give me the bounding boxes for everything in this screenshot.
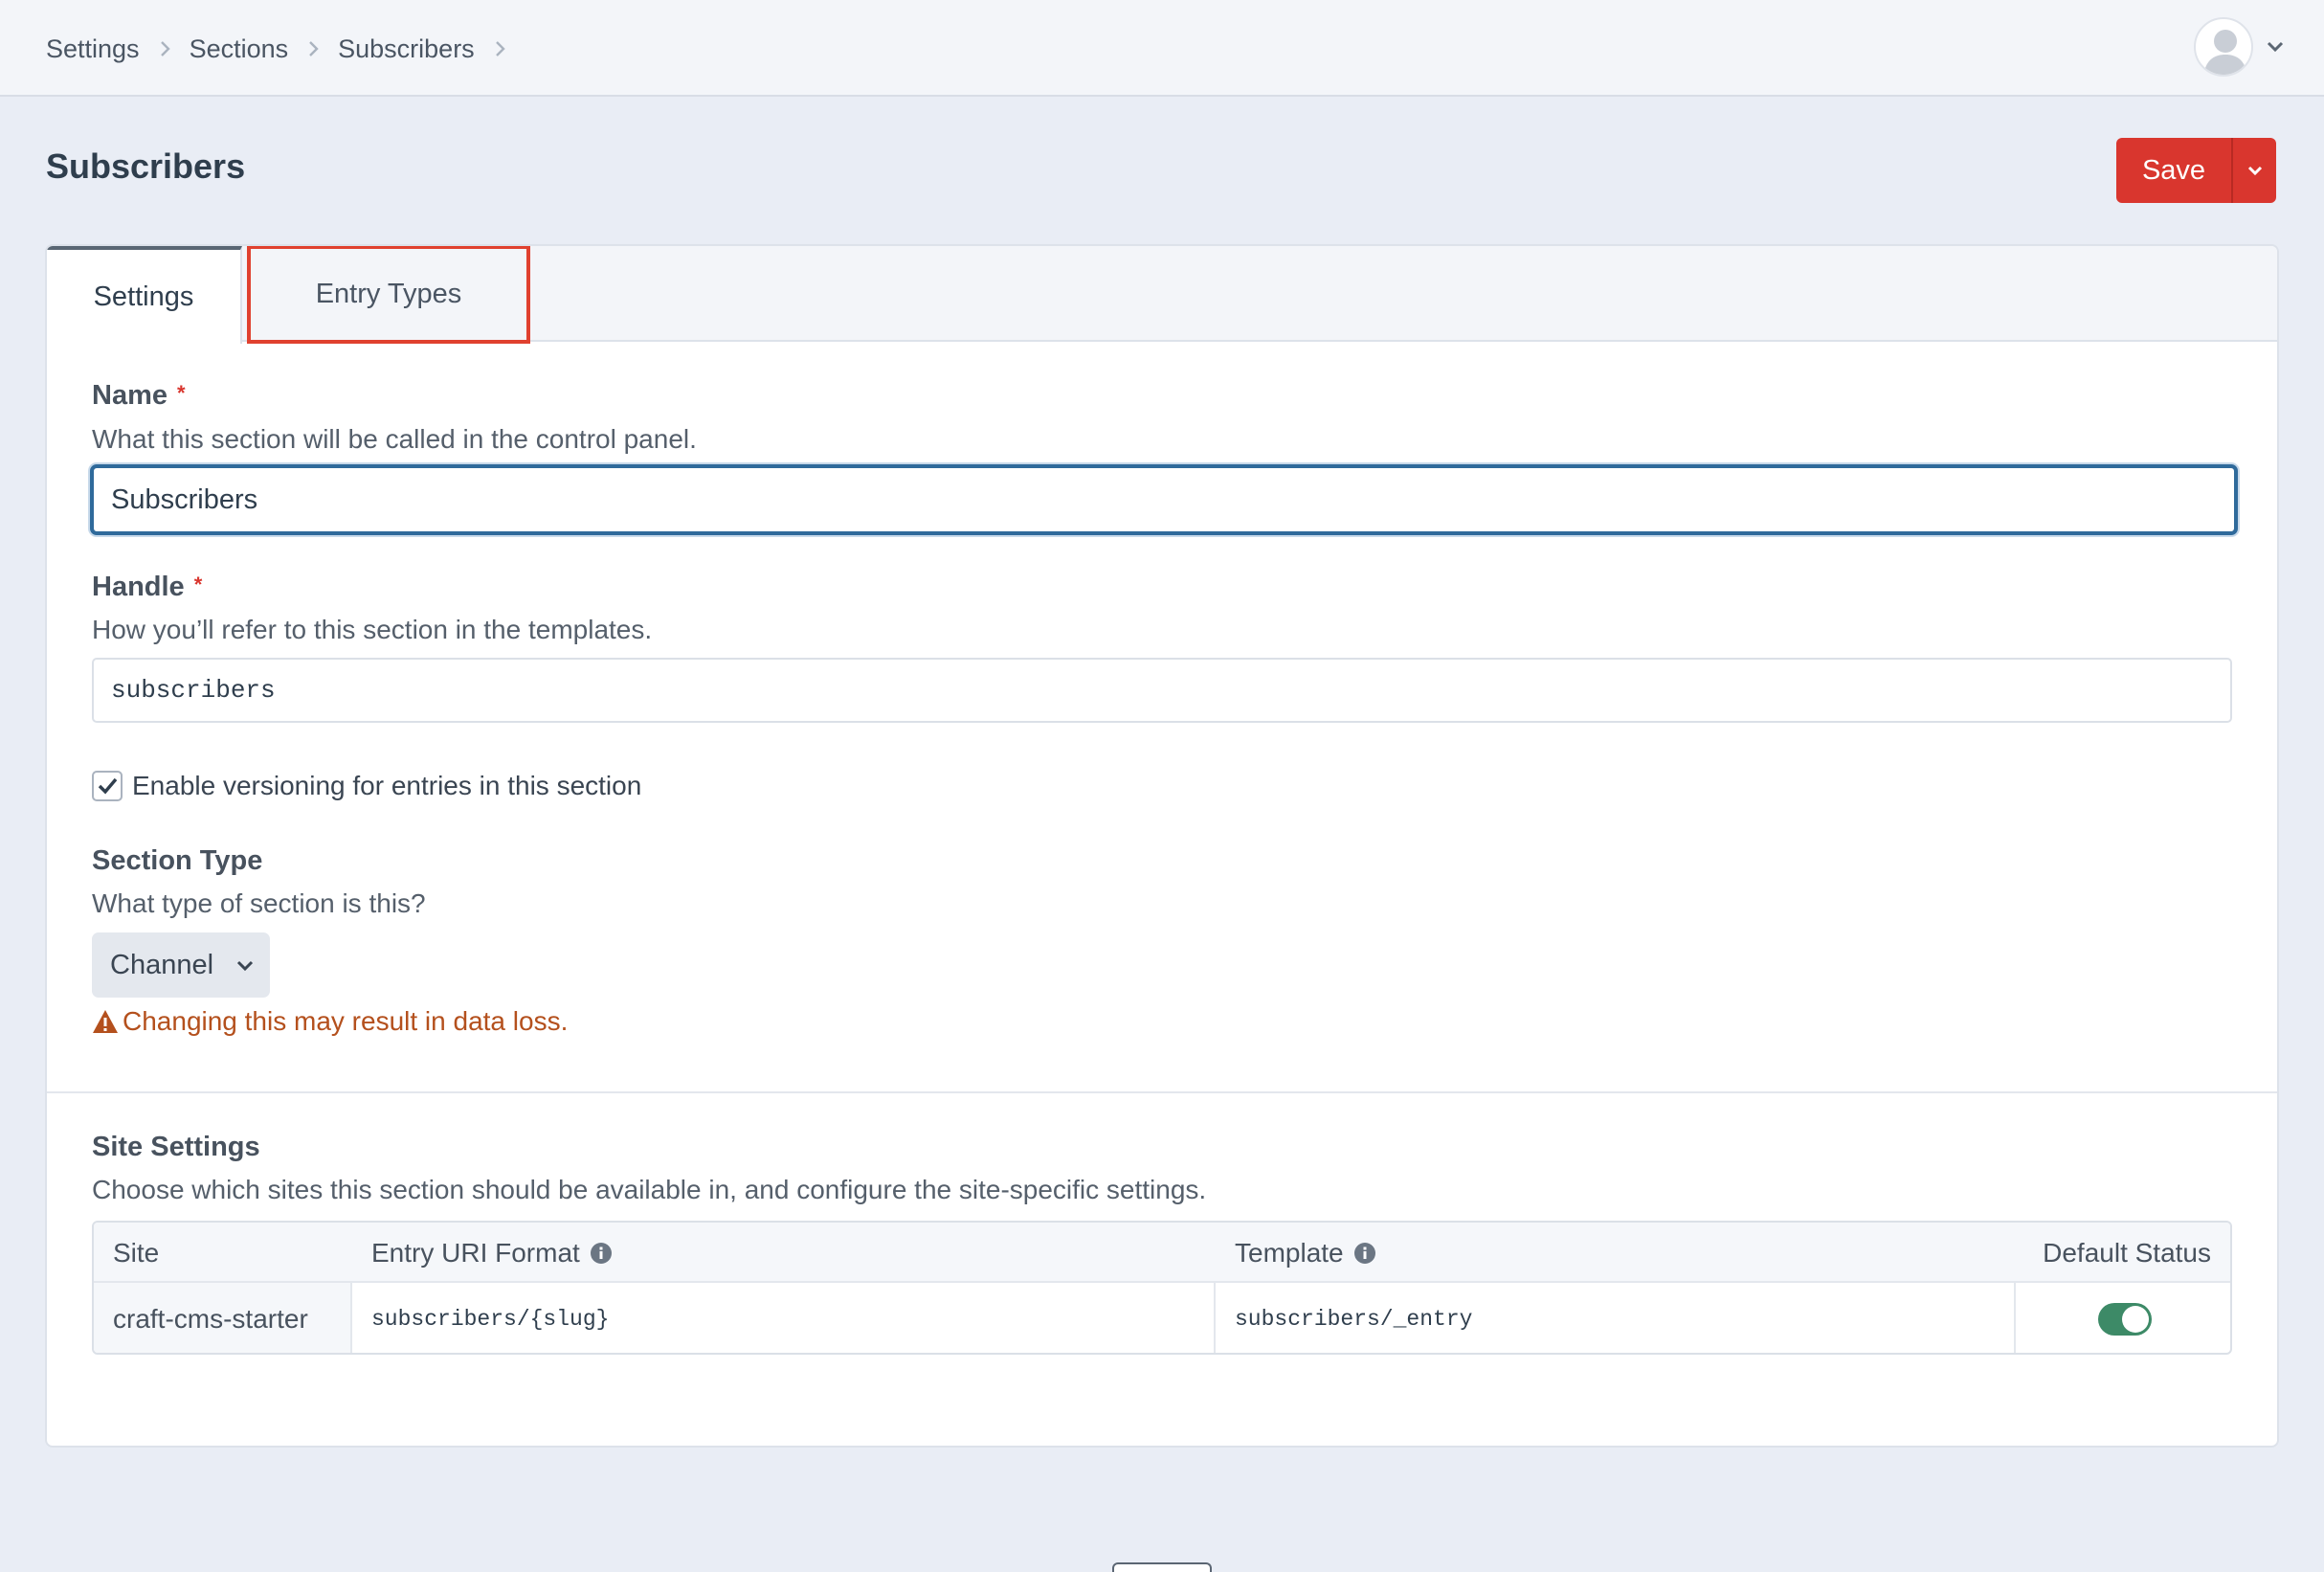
site-settings-label: Site Settings xyxy=(92,1132,260,1162)
section-type-selected-value[interactable]: Channel xyxy=(110,950,213,981)
versioning-checkbox-label[interactable]: Enable versioning for entries in this se… xyxy=(132,771,641,801)
section-type-help: What type of section is this? xyxy=(92,888,426,918)
info-icon[interactable] xyxy=(1353,1242,1376,1265)
save-options-menu-button[interactable] xyxy=(2231,138,2276,203)
tab-settings[interactable]: Settings xyxy=(47,246,242,344)
tab-entry-types[interactable]: Entry Types xyxy=(247,246,530,344)
column-header-label: Entry URI Format xyxy=(371,1237,580,1268)
name-input[interactable]: Subscribers xyxy=(90,464,2238,535)
user-avatar-icon xyxy=(2203,30,2247,75)
avatar[interactable] xyxy=(2194,17,2253,77)
breadcrumb: Settings Sections Subscribers xyxy=(46,29,525,69)
section-divider xyxy=(47,1091,2277,1093)
handle-input[interactable]: subscribers xyxy=(92,658,2232,723)
handle-field-label: Handle * xyxy=(92,572,202,603)
column-header-entry-uri-format: Entry URI Format xyxy=(371,1223,613,1283)
warning-triangle-icon xyxy=(93,1010,118,1033)
section-type-label: Section Type xyxy=(92,845,263,876)
required-indicator: * xyxy=(193,573,203,596)
table-row: craft-cms-starter subscribers/{slug} sub… xyxy=(94,1283,2230,1353)
top-bar: Settings Sections Subscribers xyxy=(0,0,2324,97)
breadcrumb-item-sections[interactable]: Sections xyxy=(190,34,339,64)
table-header-row: Site Entry URI Format Template Default S… xyxy=(94,1223,2230,1283)
page-title: Subscribers xyxy=(46,146,246,186)
toggle-knob xyxy=(2122,1305,2149,1333)
chevron-down-icon xyxy=(236,960,254,972)
chevron-right-icon xyxy=(495,41,505,56)
handle-field-help: How you’ll refer to this section in the … xyxy=(92,615,653,644)
breadcrumb-item-settings[interactable]: Settings xyxy=(46,34,190,64)
name-label-text: Name xyxy=(92,380,168,411)
breadcrumb-item-subscribers[interactable]: Subscribers xyxy=(338,34,525,64)
breadcrumb-label[interactable]: Subscribers xyxy=(338,34,475,64)
footer-element xyxy=(1112,1562,1212,1572)
section-settings-card: Settings Entry Types Name * What this sec… xyxy=(45,244,2279,1448)
tab-bar: Settings Entry Types xyxy=(47,246,2277,344)
breadcrumb-label[interactable]: Sections xyxy=(190,34,289,64)
breadcrumb-label[interactable]: Settings xyxy=(46,34,140,64)
name-field-help: What this section will be called in the … xyxy=(92,424,697,454)
column-header-default-status: Default Status xyxy=(2043,1237,2211,1268)
handle-label-text: Handle xyxy=(92,572,185,602)
chevron-right-icon xyxy=(160,41,170,56)
versioning-checkbox-row[interactable]: Enable versioning for entries in this se… xyxy=(92,771,641,801)
column-header-site: Site xyxy=(113,1237,160,1268)
site-settings-help: Choose which sites this section should b… xyxy=(92,1175,1207,1204)
save-button-group: Save xyxy=(2116,138,2276,203)
required-indicator: * xyxy=(177,381,186,405)
tab-label[interactable]: Settings xyxy=(94,281,194,313)
versioning-checkbox[interactable] xyxy=(92,771,123,801)
warning-text: Changing this may result in data loss. xyxy=(123,1006,569,1036)
tab-label[interactable]: Entry Types xyxy=(316,279,462,310)
site-settings-table: Site Entry URI Format Template Default S… xyxy=(92,1221,2232,1355)
user-menu-button[interactable] xyxy=(2194,17,2288,77)
chevron-down-icon[interactable] xyxy=(2263,34,2288,59)
chevron-down-icon xyxy=(2247,166,2262,176)
default-status-toggle[interactable] xyxy=(2098,1302,2152,1336)
default-status-cell xyxy=(2016,1283,2230,1353)
name-field-label: Name * xyxy=(92,380,186,412)
column-header-template: Template xyxy=(1235,1223,1376,1283)
entry-uri-format-input[interactable]: subscribers/{slug} xyxy=(352,1283,1216,1353)
chevron-right-icon xyxy=(309,41,319,56)
section-type-warning: Changing this may result in data loss. xyxy=(92,1006,568,1037)
template-input[interactable]: subscribers/_entry xyxy=(1216,1283,2016,1353)
site-name-cell: craft-cms-starter xyxy=(94,1283,352,1353)
section-type-select[interactable]: Channel xyxy=(92,932,270,998)
checkmark-icon xyxy=(98,777,118,795)
save-button[interactable]: Save xyxy=(2116,138,2231,203)
info-icon[interactable] xyxy=(590,1242,613,1265)
column-header-label: Template xyxy=(1235,1237,1344,1268)
